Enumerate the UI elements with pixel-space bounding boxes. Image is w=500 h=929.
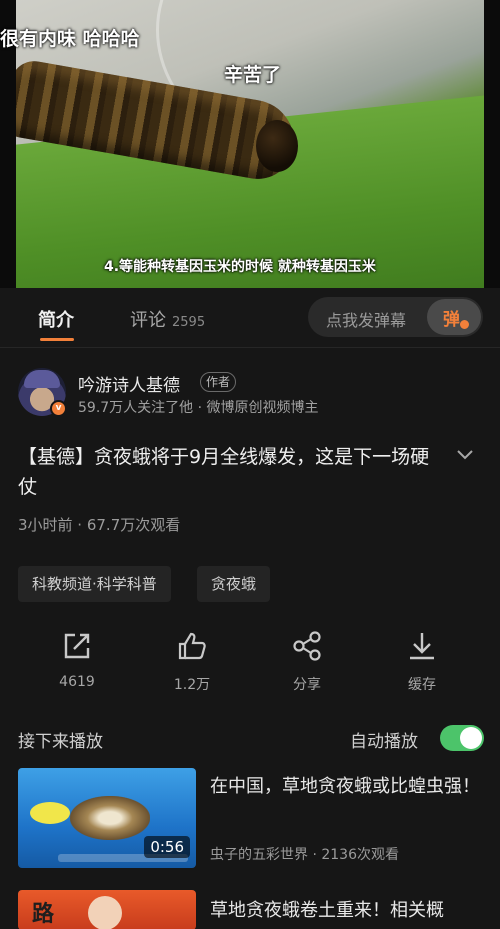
like-count: 1.2万 — [173, 677, 211, 693]
video-thumbnail[interactable]: 路 强 — [18, 890, 196, 929]
thumbnail-face — [88, 896, 122, 929]
moth-image — [70, 796, 150, 840]
video-subtitle-left: 很有内味 哈哈哈 — [0, 28, 140, 50]
tag-armyworm[interactable]: 贪夜蛾 — [197, 566, 271, 602]
comment-count: 2595 — [172, 315, 206, 330]
autoplay-label: 自动播放 — [350, 732, 418, 752]
repost-button[interactable]: 4619 — [37, 630, 117, 690]
tab-bar: 简介 评论 2595 点我发弹幕 弹 — [0, 288, 500, 348]
author-badge: 作者 — [200, 372, 237, 392]
author-name[interactable]: 吟游诗人基德 — [78, 371, 180, 396]
repost-count: 4619 — [59, 674, 95, 690]
share-out-icon — [64, 633, 90, 659]
autoplay-toggle[interactable] — [440, 725, 484, 751]
video-stats: 3小时前 · 67.7万次观看 — [18, 516, 181, 534]
recommendation-meta: 虫子的五彩世界 · 2136次观看 — [210, 847, 399, 863]
danmaku-button-label: 弹 — [443, 310, 460, 330]
tab-comments[interactable]: 评论 2595 — [130, 306, 205, 332]
danmaku-placeholder: 点我发弹幕 — [326, 311, 407, 330]
share-label: 分享 — [293, 677, 321, 693]
caterpillar-head — [256, 120, 298, 172]
tab-intro[interactable]: 简介 — [38, 306, 74, 332]
download-icon — [410, 633, 434, 660]
video-title: 【基德】贪夜蛾将于9月全线爆发，这是下一场硬仗 — [18, 446, 430, 498]
channel-logo — [30, 802, 70, 824]
video-duration: 0:56 — [144, 836, 190, 858]
recommendation-title[interactable]: 在中国，草地贪夜蛾或比蝗虫强！ — [210, 772, 488, 801]
recommendation-title[interactable]: 草地贪夜蛾卷土重来！相关概 — [210, 896, 444, 922]
video-subtitle-bottom: 4.等能种转基因玉米的时候 就种转基因玉米 — [104, 259, 376, 275]
share-button[interactable]: 分享 — [267, 630, 347, 694]
up-next-heading: 接下来播放 — [18, 732, 103, 752]
avatar-hat — [24, 370, 60, 388]
download-label: 缓存 — [408, 677, 436, 693]
share-icon — [293, 631, 321, 661]
author-meta: 59.7万人关注了他 · 微博原创视频博主 — [78, 400, 319, 416]
tag-science[interactable]: 科教频道·科学科普 — [18, 566, 171, 602]
danmaku-settings-badge-icon — [459, 319, 470, 330]
tab-comments-label: 评论 — [130, 310, 166, 331]
toggle-knob — [460, 727, 482, 749]
download-button[interactable]: 缓存 — [382, 630, 462, 694]
video-player[interactable]: 很有内味 哈哈哈 辛苦了 4.等能种转基因玉米的时候 就种转基因玉米 — [0, 0, 500, 288]
video-thumbnail[interactable]: 0:56 — [18, 768, 196, 868]
danmaku-input[interactable]: 点我发弹幕 弹 — [308, 297, 483, 337]
chevron-down-icon[interactable] — [456, 448, 474, 462]
danmaku-toggle-button[interactable]: 弹 — [427, 299, 481, 335]
tab-active-indicator — [40, 338, 74, 341]
like-button[interactable]: 1.2万 — [152, 630, 232, 694]
verified-badge-icon: v — [50, 400, 67, 417]
video-subtitle-mid: 辛苦了 — [224, 64, 282, 86]
thumbs-up-icon — [178, 632, 206, 660]
